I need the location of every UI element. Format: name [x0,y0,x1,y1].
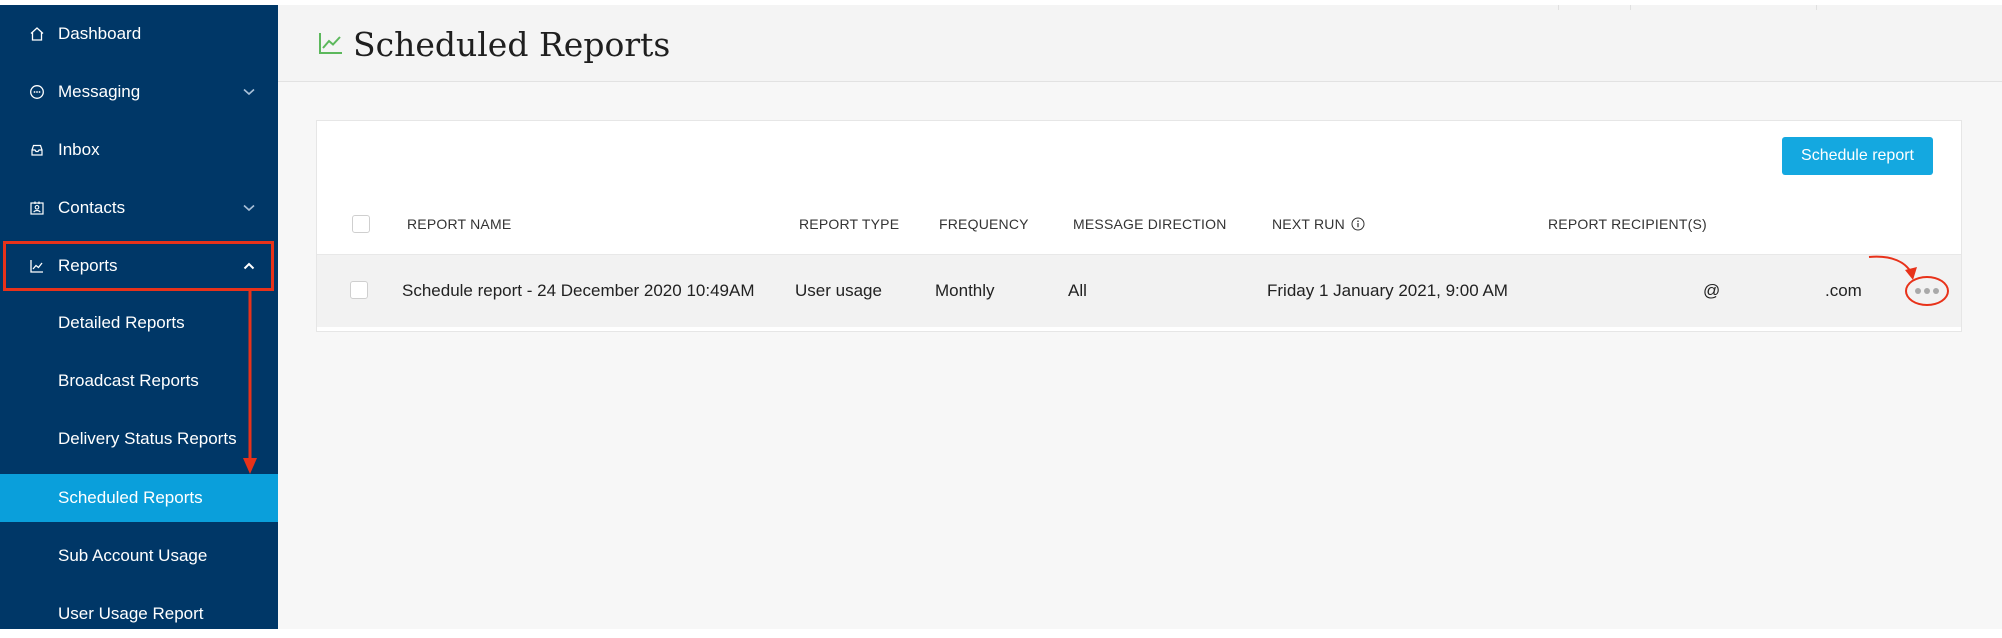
more-dot-icon [1933,288,1939,294]
sidebar-item-contacts[interactable]: Contacts [0,179,278,237]
row-checkbox[interactable] [350,281,368,299]
more-dot-icon [1915,288,1921,294]
column-header-frequency[interactable]: FREQUENCY [939,216,1029,232]
column-header-report-type[interactable]: REPORT TYPE [799,216,899,232]
sidebar-item-label: Contacts [58,198,126,217]
message-direction-cell: All [1068,281,1087,300]
sidebar-subitem-broadcast-reports[interactable]: Broadcast Reports [0,357,278,405]
sidebar-item-messaging[interactable]: Messaging [0,63,278,121]
sidebar-subitem-label: Sub Account Usage [58,546,208,565]
frequency-cell: Monthly [935,281,995,300]
recipient-domain-cell: .com [1825,281,1862,300]
sidebar-subitem-sub-account-usage[interactable]: Sub Account Usage [0,532,278,580]
chat-icon [27,82,47,102]
scheduled-reports-card: Schedule report REPORT NAME REPORT TYPE … [316,120,1962,332]
recipient-at-cell: @ [1703,281,1721,300]
row-actions-more-button[interactable] [1905,276,1949,306]
column-header-report-recipients[interactable]: REPORT RECIPIENT(S) [1548,216,1707,232]
contacts-icon [27,198,47,218]
sidebar-item-label: Inbox [58,140,100,159]
sidebar-subitem-label: Broadcast Reports [58,371,199,390]
sidebar-subitem-detailed-reports[interactable]: Detailed Reports [0,299,278,347]
select-all-checkbox[interactable] [352,215,370,233]
line-chart-icon [319,33,342,54]
home-icon [27,24,47,44]
table-row[interactable]: Schedule report - 24 December 2020 10:49… [317,254,1961,327]
main-content: Scheduled Reports Schedule report REPORT… [278,5,2002,629]
sidebar-subitem-scheduled-reports[interactable]: Scheduled Reports [0,474,278,522]
column-header-next-run-label: NEXT RUN [1272,216,1345,232]
sidebar-subitem-label: User Usage Report [58,604,204,623]
card-header: Schedule report [317,121,1961,192]
report-type-cell: User usage [795,281,882,300]
column-header-message-direction[interactable]: MESSAGE DIRECTION [1073,216,1227,232]
page-title: Scheduled Reports [353,25,671,64]
next-run-cell: Friday 1 January 2021, 9:00 AM [1267,281,1508,300]
table-header: REPORT NAME REPORT TYPE FREQUENCY MESSAG… [317,191,1961,254]
sidebar-subitem-user-usage-report[interactable]: User Usage Report [0,590,278,638]
sidebar-item-inbox[interactable]: Inbox [0,121,278,179]
sidebar-subitem-label: Scheduled Reports [58,488,203,507]
info-icon[interactable] [1351,217,1365,231]
schedule-report-button[interactable]: Schedule report [1782,137,1933,175]
chart-icon [27,256,47,276]
report-name-cell: Schedule report - 24 December 2020 10:49… [402,281,755,300]
sidebar-item-reports[interactable]: Reports [0,237,278,295]
inbox-icon [27,140,47,160]
chevron-down-icon[interactable] [242,201,256,215]
sidebar-item-dashboard[interactable]: Dashboard [0,5,278,63]
more-dot-icon [1924,288,1930,294]
sidebar-subitem-label: Delivery Status Reports [58,429,237,448]
chevron-down-icon[interactable] [242,85,256,99]
column-header-report-name[interactable]: REPORT NAME [407,216,511,232]
sidebar-item-label: Dashboard [58,24,142,43]
column-header-next-run[interactable]: NEXT RUN [1272,216,1365,232]
chevron-up-icon[interactable] [242,259,256,273]
sidebar-item-label: Messaging [58,82,141,101]
page-header: Scheduled Reports [278,5,2002,82]
sidebar: Dashboard Messaging Inbox Contacts Repor… [0,5,278,629]
sidebar-subitem-label: Detailed Reports [58,313,185,332]
sidebar-item-label: Reports [58,256,118,275]
sidebar-subitem-delivery-status-reports[interactable]: Delivery Status Reports [0,415,278,463]
